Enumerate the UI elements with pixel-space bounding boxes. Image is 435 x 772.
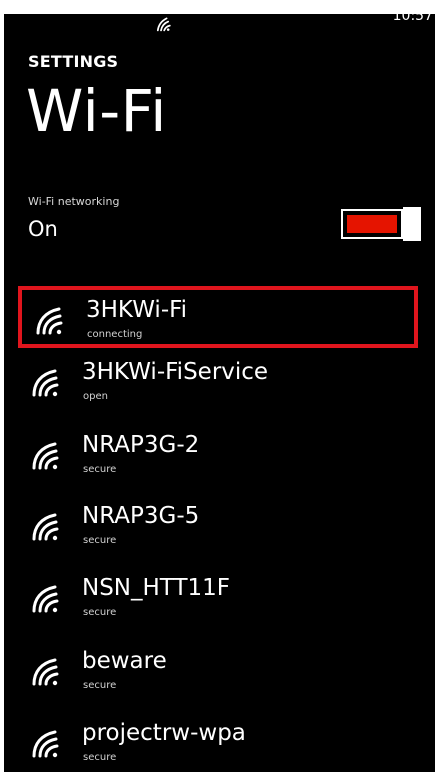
toggle-track — [341, 209, 403, 239]
network-status: secure — [83, 464, 117, 475]
network-item[interactable]: 3HKWi-FiService open — [18, 352, 418, 414]
status-time: 10:57 — [392, 14, 433, 24]
toggle-thumb — [403, 207, 421, 241]
wifi-signal-icon — [31, 583, 63, 613]
wifi-toggle-state: On — [28, 217, 58, 241]
network-item[interactable]: 3HKWi-Fi connecting — [18, 286, 418, 348]
network-item[interactable]: beware secure — [18, 641, 418, 703]
toggle-fill — [347, 215, 397, 233]
wifi-signal-icon — [31, 728, 63, 758]
wifi-networking-label: Wi-Fi networking — [28, 195, 120, 208]
page-title: Wi-Fi — [26, 77, 167, 145]
breadcrumb: SETTINGS — [28, 52, 119, 71]
wifi-signal-icon — [31, 367, 63, 397]
network-name: 3HKWi-FiService — [82, 359, 269, 385]
network-status: secure — [83, 535, 117, 546]
phone-screen: 10:57 SETTINGS Wi-Fi Wi-Fi networking On… — [4, 14, 435, 772]
wifi-signal-icon — [31, 440, 63, 470]
network-name: NRAP3G-5 — [82, 503, 200, 529]
wifi-signal-icon — [31, 511, 63, 541]
network-status: open — [83, 391, 108, 402]
network-name: NSN_HTT11F — [82, 575, 230, 601]
status-bar: 10:57 — [4, 14, 435, 34]
network-status: connecting — [87, 329, 143, 340]
network-status: secure — [83, 752, 117, 763]
wifi-signal-icon — [156, 17, 171, 32]
network-status: secure — [83, 607, 117, 618]
wifi-signal-icon — [35, 305, 67, 335]
network-name: projectrw-wpa — [82, 720, 246, 746]
network-name: NRAP3G-2 — [82, 432, 200, 458]
network-item[interactable]: projectrw-wpa secure — [18, 713, 418, 772]
network-item[interactable]: NSN_HTT11F secure — [18, 568, 418, 630]
network-item[interactable]: NRAP3G-5 secure — [18, 496, 418, 558]
network-name: beware — [82, 648, 167, 674]
wifi-signal-icon — [31, 656, 63, 686]
network-status: secure — [83, 680, 117, 691]
wifi-toggle-switch[interactable] — [341, 207, 421, 241]
network-item[interactable]: NRAP3G-2 secure — [18, 425, 418, 487]
network-name: 3HKWi-Fi — [86, 297, 188, 323]
